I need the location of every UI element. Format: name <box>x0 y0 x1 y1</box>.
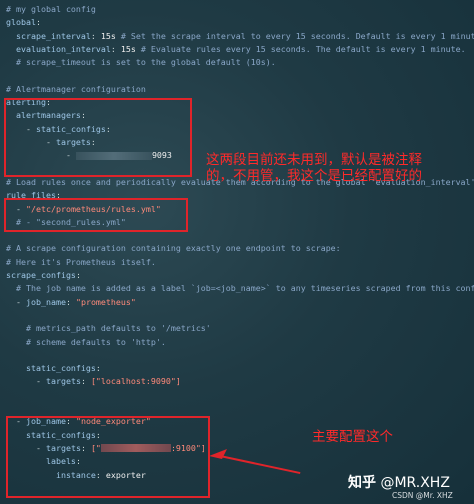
csdn-watermark: CSDN @Mr. XHZ <box>392 491 453 500</box>
code-line: # my global config <box>6 4 96 14</box>
code-punct: : <box>95 363 101 374</box>
code-comment: # my global config <box>6 4 96 14</box>
code-line: # scrape_timeout is set to the global de… <box>6 57 276 67</box>
yaml-key: targets <box>45 376 81 387</box>
code-line: evaluation_interval: 15s # Evaluate rule… <box>6 44 466 54</box>
yaml-key: evaluation_interval <box>6 43 111 54</box>
zhihu-logo-icon: 知乎 <box>348 475 376 491</box>
code-punct: : <box>80 376 91 387</box>
yaml-key: static_configs <box>6 363 96 374</box>
code-line: # A scrape configuration containing exac… <box>6 243 341 253</box>
zhihu-watermark: 知乎 @MR.XHZ <box>348 472 450 492</box>
yaml-key: scrape_configs <box>6 270 76 280</box>
code-punct: : <box>90 30 101 41</box>
annotation-arrow-head <box>209 449 227 459</box>
yaml-string: "prometheus" <box>75 296 136 307</box>
code-comment: # metrics_path defaults to '/metrics' <box>6 323 211 334</box>
annotation-note-bottom: 主要配置这个 <box>312 429 393 445</box>
code-punct: : <box>110 43 121 54</box>
code-punct: : <box>65 296 76 307</box>
code-punct: : <box>75 270 81 280</box>
code-line: - job_name: "prometheus" <box>6 297 136 307</box>
code-comment: # A scrape configuration containing exac… <box>6 243 341 254</box>
code-line: static_configs: <box>6 363 101 373</box>
node-exporter-highlight-box <box>6 416 210 498</box>
code-punct: : <box>35 17 41 28</box>
code-punct: - <box>6 376 46 387</box>
annotation-arrow-line <box>219 455 301 475</box>
code-punct: - <box>6 296 26 307</box>
code-line: # Here it's Prometheus itself. <box>6 257 156 267</box>
code-comment: # Evaluate rules every 15 seconds. The d… <box>135 43 466 54</box>
code-line: global: <box>6 17 41 27</box>
code-comment: # Here it's Prometheus itself. <box>6 256 156 267</box>
code-line: # The job name is added as a label `job=… <box>6 283 474 293</box>
zhihu-handle: @MR.XHZ <box>380 475 450 491</box>
yaml-value: 15s <box>100 30 116 41</box>
yaml-key: global <box>6 17 36 28</box>
code-line: # metrics_path defaults to '/metrics' <box>6 323 211 333</box>
code-line: # Alertmanager configuration <box>6 84 146 94</box>
annotation-note-top: 这两段目前还未用到，默认是被注释的，不用管，我这个是已经配置好的 <box>206 152 422 184</box>
code-line: - targets: ["localhost:9090"] <box>6 376 181 386</box>
code-line: scrape_interval: 15s # Set the scrape in… <box>6 31 474 41</box>
code-comment: # Set the scrape interval to every 15 se… <box>115 30 474 41</box>
code-line: # scheme defaults to 'http'. <box>6 337 166 347</box>
alerting-highlight-box <box>4 98 192 177</box>
code-comment: # scheme defaults to 'http'. <box>6 336 166 347</box>
code-comment: # Alertmanager configuration <box>6 83 146 94</box>
rule-files-highlight-box <box>4 198 188 232</box>
yaml-value: 15s <box>120 43 136 54</box>
yaml-key: job_name <box>25 296 66 307</box>
code-line: scrape_configs: <box>6 270 81 280</box>
yaml-key: scrape_interval <box>6 30 91 41</box>
yaml-string: ["localhost:9090"] <box>90 376 181 387</box>
code-comment: # scrape_timeout is set to the global de… <box>6 57 276 68</box>
code-comment: # The job name is added as a label `job=… <box>6 283 474 294</box>
